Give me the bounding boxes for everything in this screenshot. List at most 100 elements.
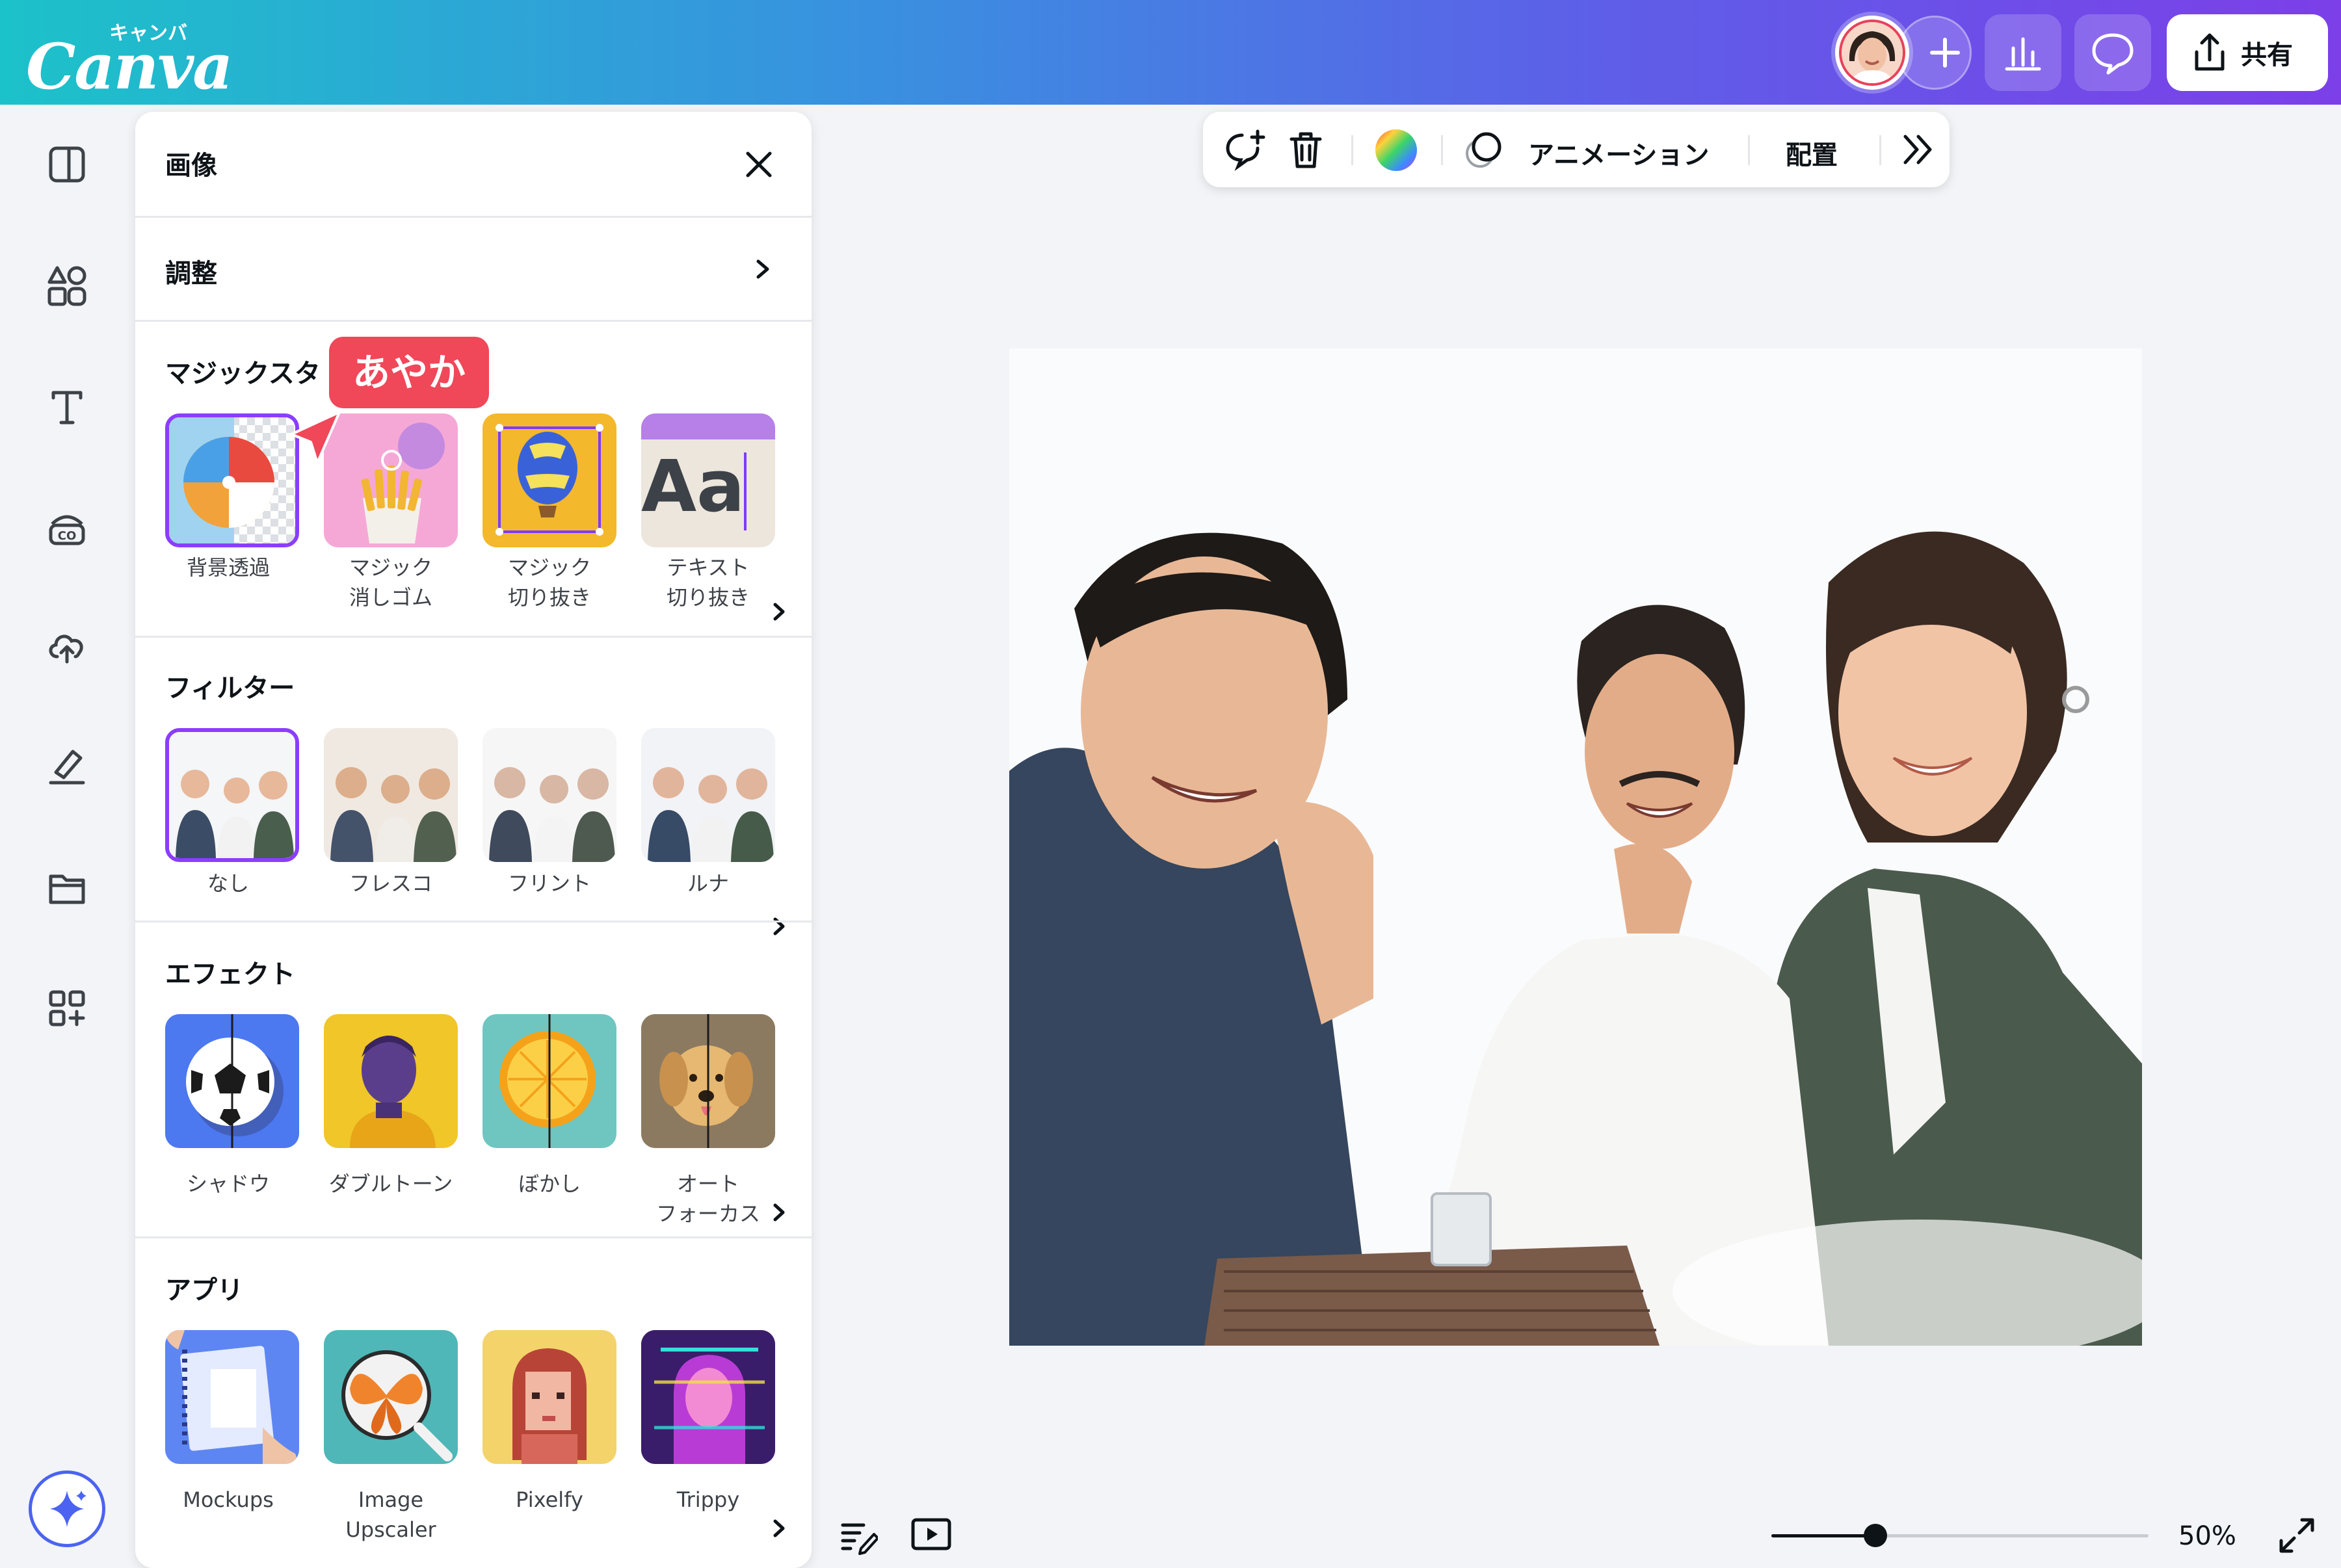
magic-grab-tile[interactable] [483,413,616,547]
avatar[interactable] [1835,16,1909,90]
magic-assistant-button[interactable] [29,1470,105,1547]
comment-add-icon[interactable] [1223,129,1268,172]
magic-item-label: 背景透過 [186,555,270,580]
animation-icon [1466,132,1501,168]
effect-tile[interactable] [483,1014,616,1148]
magic-bg-remover-tile[interactable] [165,413,299,547]
collaborator-badge: あやか [329,337,489,408]
filter-label: フリント [507,871,591,896]
filter-thumbnail [483,728,616,862]
beach-ball-icon [169,417,295,543]
more-icon[interactable] [1899,131,1938,168]
zoom-level[interactable]: 50% [2178,1521,2236,1551]
app-tile[interactable] [165,1330,299,1464]
elements-icon[interactable] [44,263,90,308]
projects-icon[interactable] [44,865,90,910]
chevron-right-icon[interactable] [766,1512,792,1545]
filter-tile[interactable] [324,728,458,862]
canva-logo[interactable]: キャンバ Canva [26,17,233,103]
mockups-icon [165,1330,299,1464]
divider [135,320,812,322]
zoom-fill [1771,1534,1875,1537]
effect-label: シャドウ [186,1171,270,1196]
trash-icon[interactable] [1286,130,1325,170]
duotone-portrait-icon [350,1036,436,1148]
filter-thumbnail [169,732,295,858]
filter-label: フレスコ [349,871,432,896]
people-photo[interactable] [1009,348,2142,1346]
uploads-icon[interactable] [44,623,90,668]
dog-icon [641,1014,775,1148]
app-tile[interactable] [324,1330,458,1464]
chevron-right-icon [756,259,769,279]
effect-tile[interactable] [165,1014,299,1148]
share-button[interactable]: 共有 [2167,14,2328,91]
filter-thumbnail [641,728,775,862]
chevron-right-icon[interactable] [766,910,792,943]
separator [1441,135,1443,165]
divider [135,921,812,922]
filter-tile[interactable] [641,728,775,862]
divider [135,1236,812,1238]
effect-tile[interactable] [324,1014,458,1148]
svg-text:CO: CO [58,529,77,543]
animation-label: アニメーション [1528,140,1710,170]
app-tile[interactable] [641,1330,775,1464]
collaborator-cursor-icon [290,411,341,464]
zoom-knob[interactable] [1863,1524,1887,1547]
chevron-right-icon[interactable] [766,595,792,628]
layout-icon[interactable] [44,142,90,187]
app-tile[interactable] [483,1330,616,1464]
filter-label: ルナ [687,871,729,896]
plus-icon [1930,38,1960,68]
design-canvas[interactable] [1009,348,2142,1346]
effect-tile[interactable] [641,1014,775,1148]
brand-icon[interactable]: CO [44,504,90,550]
trippy-portrait-icon [641,1330,775,1464]
filters-title: フィルター [165,673,295,703]
adjust-label: 調整 [165,259,217,289]
image-panel: 画像 調整 マジックスタ 背景透過 マジック 消しゴム マジック 切り抜き Aa… [135,112,812,1568]
app-label: Trippy [676,1487,740,1512]
apps-icon[interactable] [44,986,90,1031]
app-label: Mockups [183,1487,274,1512]
comments-button[interactable] [2074,14,2151,91]
insights-button[interactable] [1985,14,2061,91]
sparkle-icon [50,1491,86,1527]
top-bar: キャンバ Canva 共有 [0,0,2341,105]
color-wheel-icon[interactable] [1373,127,1419,173]
effect-label: オート フォーカス [655,1171,760,1226]
app-label: Image Upscaler [345,1487,436,1542]
text-icon[interactable] [44,384,90,429]
text-aa-icon: Aa [641,413,775,530]
soccer-ball-icon [186,1014,284,1148]
close-icon[interactable] [740,146,778,183]
chevron-right-icon[interactable] [766,1196,792,1229]
filter-thumbnail [324,728,458,862]
text-cutout-tile[interactable]: Aa [641,413,775,547]
balloon-icon [496,424,603,536]
magic-studio-title: マジックスタ [165,359,321,389]
notes-icon[interactable] [838,1515,878,1555]
effect-label: ぼかし [518,1171,581,1196]
comment-icon [2092,33,2134,75]
fullscreen-icon[interactable] [2276,1515,2318,1556]
effect-label: ダブルトーン [328,1171,453,1196]
butterfly-magnifier-icon [341,1350,453,1461]
draw-icon[interactable] [44,744,90,789]
present-icon[interactable] [910,1516,952,1554]
position-button[interactable]: 配置 [1786,134,1838,172]
insights-icon [2005,37,2041,71]
separator [1879,135,1881,165]
share-label: 共有 [2241,40,2293,70]
separator [1748,135,1750,165]
svg-text:Aa: Aa [641,445,745,528]
fries-icon [361,423,445,543]
filter-tile[interactable] [483,728,616,862]
panel-title: 画像 [165,151,217,181]
app-label: Pixelfy [516,1487,583,1512]
filter-tile[interactable] [165,728,299,862]
magic-item-label: マジック 切り抜き [507,555,591,610]
effects-title: エフェクト [165,960,295,989]
magic-eraser-tile[interactable] [324,413,458,547]
